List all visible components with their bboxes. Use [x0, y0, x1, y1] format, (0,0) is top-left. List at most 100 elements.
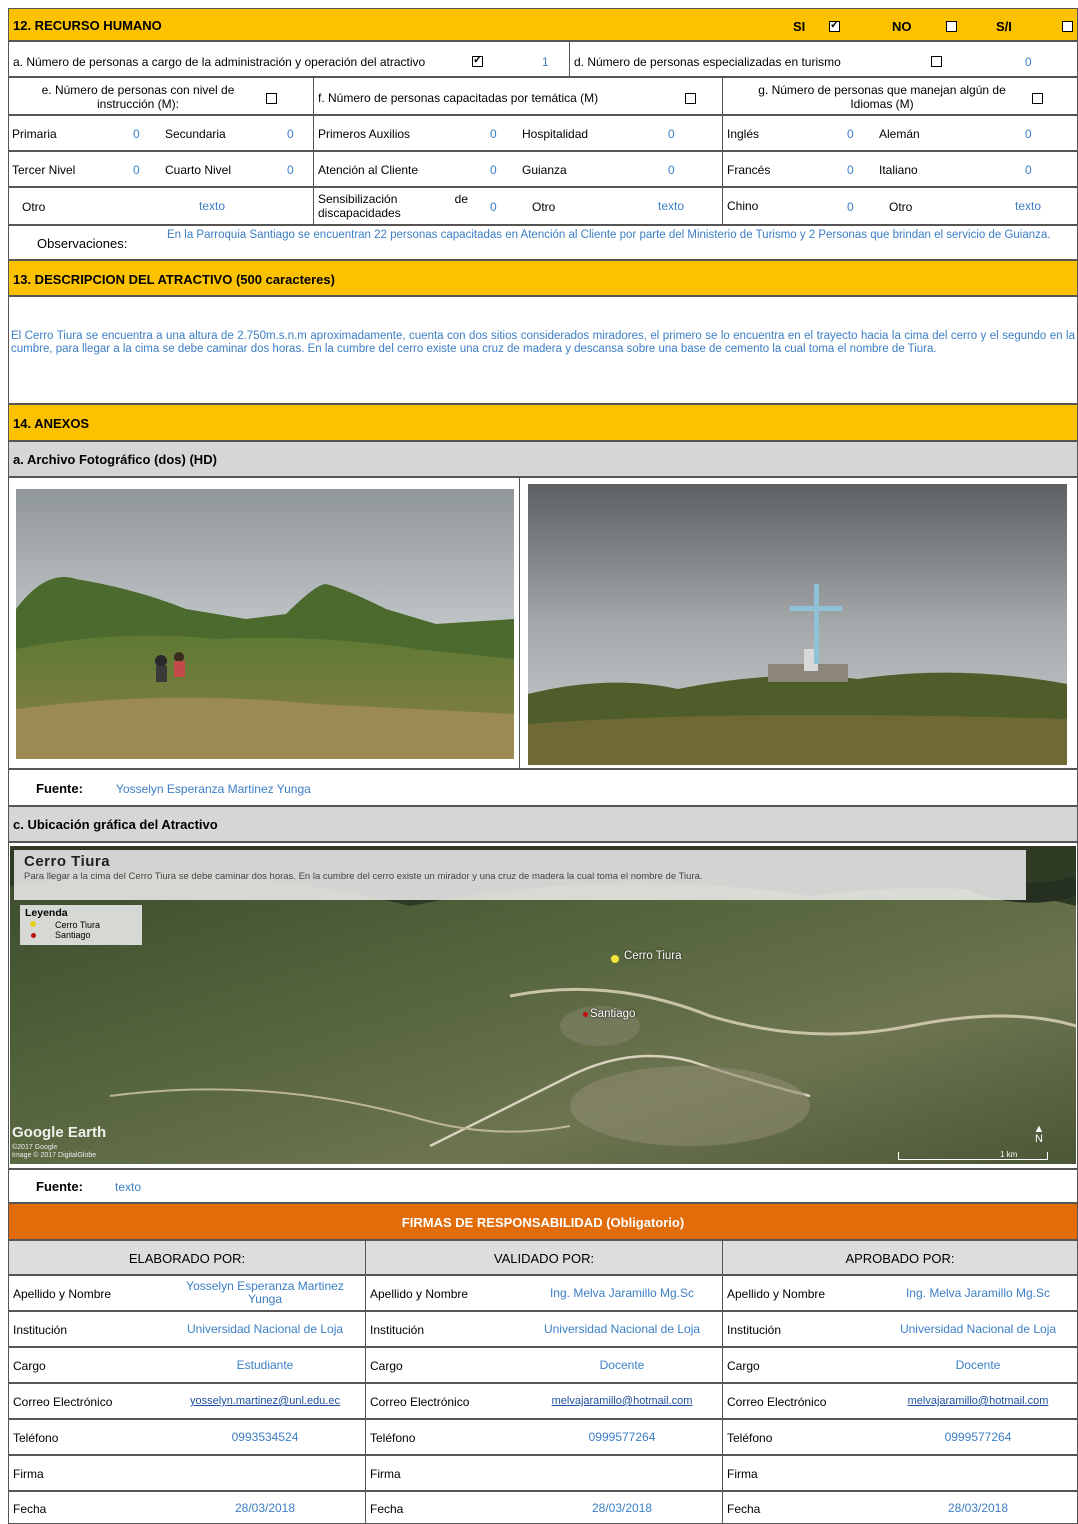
- grid-label: Otro: [889, 200, 913, 214]
- signature-cell: Firma: [722, 1455, 1078, 1491]
- signature-cell: Correo Electrónico yosselyn.martinez@unl.…: [8, 1383, 366, 1419]
- signature-row-label: Teléfono: [13, 1431, 59, 1445]
- map-legend: Leyenda Cerro Tiura Santiago: [20, 905, 142, 945]
- grid-label: Otro: [532, 200, 556, 214]
- dot-icon: [31, 933, 36, 938]
- grid-value: 0: [287, 127, 294, 141]
- signature-cell: Teléfono 0999577264: [722, 1419, 1078, 1455]
- signature-value: Universidad Nacional de Loja: [543, 1322, 701, 1336]
- grid-label: Sensibilización de discapacidades: [318, 192, 468, 220]
- grid-value: 0: [1025, 163, 1032, 177]
- section-14-header: 14. ANEXOS: [8, 404, 1078, 441]
- signatures-header: FIRMAS DE RESPONSABILIDAD (Obligatorio): [8, 1203, 1078, 1240]
- row-d-checkbox[interactable]: [931, 56, 942, 68]
- description-text: El Cerro Tiura se encuentra a una altura…: [11, 330, 1075, 355]
- summit-cross-photo: [528, 484, 1067, 765]
- row-a-checkbox[interactable]: [472, 53, 483, 68]
- grid-label: Inglés: [727, 127, 760, 141]
- section-12-title: 12. RECURSO HUMANO: [13, 18, 162, 33]
- header-g-label: g. Número de personas que manejan algún …: [758, 83, 1006, 111]
- grid-value: 0: [1025, 127, 1032, 141]
- grid-value: texto: [1015, 199, 1042, 213]
- photo-title: a. Archivo Fotográfico (dos) (HD): [13, 452, 217, 467]
- si-na-label: S/I: [996, 19, 1012, 34]
- signature-row-label: Apellido y Nombre: [727, 1287, 826, 1301]
- signature-value: Docente: [955, 1358, 1001, 1372]
- marker-dot-icon[interactable]: [583, 1012, 588, 1017]
- row-d: d. Número de personas especializadas en …: [569, 41, 1078, 77]
- signature-cell: Teléfono 0993534524: [8, 1419, 366, 1455]
- signature-value: 28/03/2018: [234, 1500, 296, 1515]
- north-label: N: [1035, 1133, 1043, 1145]
- grid-label: Cuarto Nivel: [165, 163, 232, 177]
- signature-cell: Apellido y Nombre Yosselyn Esperanza Mart…: [8, 1275, 366, 1311]
- signature-value: Ing. Melva Jaramillo Mg.Sc: [905, 1286, 1051, 1300]
- signature-value: 0993534524: [231, 1430, 299, 1444]
- signature-row-label: Teléfono: [370, 1431, 416, 1445]
- grid-label: Otro: [22, 200, 46, 214]
- row-d-value: 0: [1025, 55, 1032, 69]
- email-link[interactable]: melvajaramillo@hotmail.com: [885, 1395, 1071, 1408]
- grid-label: Primaria: [12, 127, 57, 141]
- signature-cell: Firma: [365, 1455, 723, 1491]
- signature-value: Yosselyn Esperanza Martinez Yunga: [186, 1279, 344, 1306]
- no-label: NO: [892, 19, 912, 34]
- compass-icon[interactable]: ▲ N: [1030, 1124, 1048, 1148]
- signature-cell: Correo Electrónico melvajaramillo@hotmail…: [365, 1383, 723, 1419]
- pin-icon: [30, 921, 36, 927]
- grid-value: texto: [658, 199, 685, 213]
- observations-label: Observaciones:: [37, 236, 128, 251]
- signature-cell: Firma: [8, 1455, 366, 1491]
- legend-item: Cerro Tiura: [55, 920, 101, 930]
- header-e-checkbox[interactable]: [266, 93, 277, 105]
- map-label-tiura: Cerro Tiura: [624, 950, 682, 962]
- column-heading: VALIDADO POR:: [493, 1251, 595, 1266]
- fuente-map-row: Fuente: texto: [8, 1169, 1078, 1203]
- signature-cell: Cargo Docente: [365, 1347, 723, 1383]
- header-f-label: f. Número de personas capacitadas por te…: [318, 91, 599, 105]
- si-checkbox[interactable]: [829, 18, 840, 33]
- row-a-label: a. Número de personas a cargo de la admi…: [13, 55, 426, 69]
- hillside-photo: [16, 489, 514, 759]
- signature-value: 0999577264: [588, 1430, 656, 1444]
- legend-item: Santiago: [55, 930, 91, 940]
- header-g-checkbox[interactable]: [1032, 93, 1043, 105]
- marker-pin-icon[interactable]: [611, 955, 619, 963]
- signature-value: Estudiante: [236, 1358, 294, 1372]
- grid-value: 0: [847, 200, 854, 214]
- grid-value: 0: [133, 127, 140, 141]
- signature-row-label: Cargo: [370, 1359, 403, 1373]
- grid-value: 0: [668, 127, 675, 141]
- si-na-checkbox[interactable]: [1062, 21, 1074, 33]
- signature-cell: Fecha 28/03/2018: [722, 1491, 1078, 1524]
- signature-value: 0999577264: [944, 1430, 1012, 1444]
- header-f-checkbox[interactable]: [685, 93, 696, 105]
- map-label-santiago: Santiago: [590, 1008, 636, 1020]
- fuente-map-label: Fuente:: [36, 1179, 83, 1194]
- si-label: SI: [793, 19, 806, 34]
- signature-cell: Cargo Estudiante: [8, 1347, 366, 1383]
- signature-row-label: Fecha: [727, 1501, 761, 1516]
- signature-cell: Institución Universidad Nacional de Loja: [722, 1311, 1078, 1347]
- grid-label: Primeros Auxilios: [318, 127, 411, 141]
- grid-value: 0: [490, 127, 497, 141]
- grid-value: texto: [199, 199, 226, 213]
- row-a-value: 1: [542, 55, 549, 69]
- no-checkbox[interactable]: [945, 21, 957, 33]
- map-info-box: Cerro Tiura Para llegar a la cima del Ce…: [14, 850, 1026, 900]
- signature-cell: Apellido y Nombre Ing. Melva Jaramillo Mg…: [365, 1275, 723, 1311]
- grid-value: 0: [490, 163, 497, 177]
- scale-bar: [898, 1152, 1048, 1160]
- email-link[interactable]: melvajaramillo@hotmail.com: [528, 1395, 716, 1408]
- fuente-map-value: texto: [115, 1180, 142, 1194]
- grid-label: Alemán: [879, 127, 920, 141]
- grid-value: 0: [287, 163, 294, 177]
- signature-value: Universidad Nacional de Loja: [899, 1322, 1057, 1336]
- signature-cell: Institución Universidad Nacional de Loja: [365, 1311, 723, 1347]
- email-link[interactable]: yosselyn.martinez@unl.edu.ec: [171, 1395, 359, 1408]
- grid-value: 0: [490, 200, 497, 214]
- signature-row-label: Firma: [727, 1467, 758, 1481]
- signature-row-label: Correo Electrónico: [727, 1395, 827, 1409]
- map-header: c. Ubicación gráfica del Atractivo: [8, 806, 1078, 842]
- signature-row-label: Teléfono: [727, 1431, 773, 1445]
